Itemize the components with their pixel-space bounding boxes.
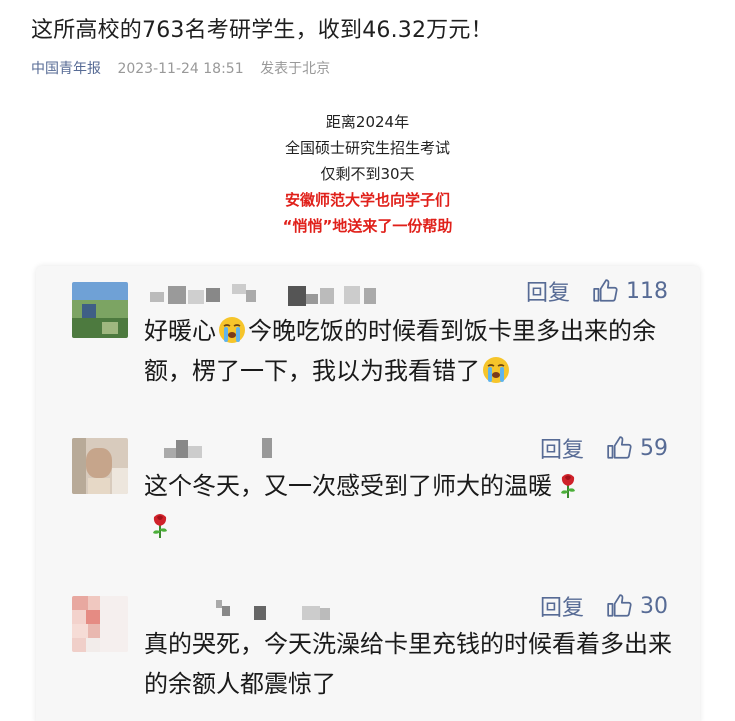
thumbs-up-icon[interactable] bbox=[592, 278, 618, 304]
avatar[interactable] bbox=[72, 282, 128, 338]
thumbs-up-icon[interactable] bbox=[606, 435, 632, 461]
intro-line-5: “悄悄”地送来了一份帮助 bbox=[282, 217, 453, 235]
comment-text: 好暖心 今晚吃饭的时候看到饭卡里多出来的余额，楞了一下，我以为我看错了 bbox=[144, 311, 674, 391]
reply-button[interactable]: 回复 bbox=[526, 275, 570, 307]
intro-text: 距离2024年 全国硕士研究生招生考试 仅剩不到30天 安徽师范大学也向学子们 … bbox=[0, 109, 735, 239]
comment-actions: 回复 30 bbox=[540, 590, 668, 622]
comment-actions: 回复 118 bbox=[526, 275, 668, 307]
avatar[interactable] bbox=[72, 438, 128, 494]
publish-location: 发表于北京 bbox=[260, 61, 331, 77]
loudly-crying-face-emoji bbox=[219, 317, 245, 343]
nickname-blurred bbox=[144, 438, 294, 460]
article-title: 这所高校的763名考研学生，收到46.32万元！ bbox=[31, 18, 493, 43]
like-count: 59 bbox=[640, 435, 668, 461]
comment-text: 真的哭死，今天洗澡给卡里充钱的时候看着多出来的余额人都震惊了 bbox=[144, 624, 674, 704]
reply-button[interactable]: 回复 bbox=[540, 590, 584, 622]
nickname-blurred bbox=[144, 600, 364, 622]
like-count: 30 bbox=[640, 593, 668, 619]
rose-emoji bbox=[153, 514, 167, 538]
like-count: 118 bbox=[626, 278, 668, 304]
intro-line-4: 安徽师范大学也向学子们 bbox=[284, 191, 450, 209]
publish-date: 2023-11-24 18:51 bbox=[117, 61, 244, 77]
intro-line-3: 仅剩不到30天 bbox=[320, 165, 415, 183]
intro-line-2: 全国硕士研究生招生考试 bbox=[284, 139, 450, 157]
avatar[interactable] bbox=[72, 596, 128, 652]
comment-text-part: 这个冬天，又一次感受到了师大的温暖 bbox=[144, 472, 552, 500]
comment-text: 这个冬天，又一次感受到了师大的温暖 bbox=[144, 466, 674, 546]
comment-text-part: 好暖心 bbox=[144, 317, 216, 345]
comment-text-part: 真的哭死，今天洗澡给卡里充钱的时候看着多出来的余额人都震惊了 bbox=[144, 630, 672, 698]
thumbs-up-icon[interactable] bbox=[606, 593, 632, 619]
nickname-blurred bbox=[144, 284, 394, 306]
loudly-crying-face-emoji bbox=[483, 357, 509, 383]
intro-line-1: 距离2024年 bbox=[325, 113, 410, 131]
reply-button[interactable]: 回复 bbox=[540, 432, 584, 464]
rose-emoji bbox=[561, 474, 575, 498]
source-link[interactable]: 中国青年报 bbox=[31, 61, 101, 77]
article-meta: 中国青年报 2023-11-24 18:51 发表于北京 bbox=[31, 58, 330, 78]
comment-screenshot-card: 回复 118 好暖心 今晚吃饭的时候看到饭卡里多出来的余额，楞了一下，我以为我看… bbox=[36, 266, 700, 721]
comment-actions: 回复 59 bbox=[540, 432, 668, 464]
